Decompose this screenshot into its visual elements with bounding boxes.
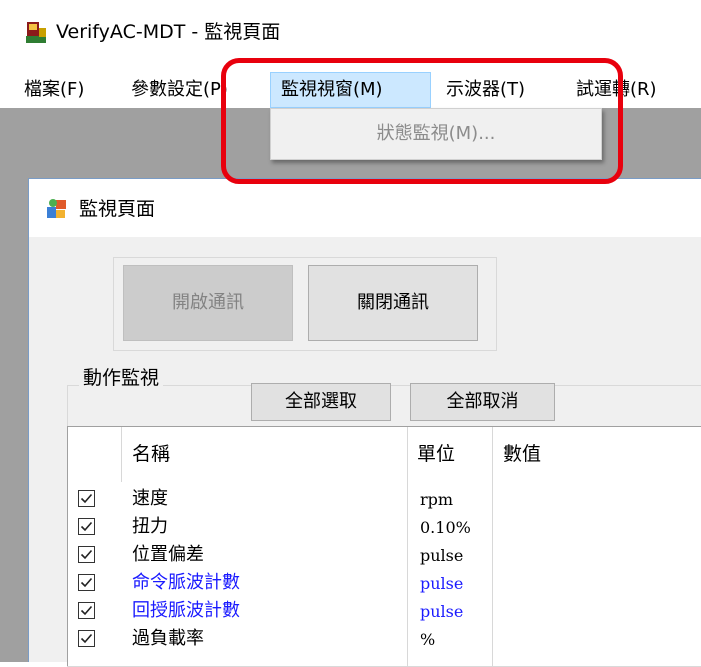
row-name: 速度	[132, 488, 168, 509]
monitor-window-icon	[45, 197, 69, 221]
row-checkbox[interactable]	[78, 518, 95, 535]
row-name: 過負載率	[132, 628, 204, 649]
table-row[interactable]: 扭力 0.10%	[68, 514, 701, 541]
checkmark-icon	[80, 521, 93, 532]
row-checkbox[interactable]	[78, 602, 95, 619]
row-unit: pulse	[420, 546, 464, 565]
grid-divider	[407, 427, 408, 482]
row-name: 命令脈波計數	[132, 572, 240, 593]
title-bar: VerifyAC-MDT - 監視頁面	[0, 0, 701, 58]
row-checkbox[interactable]	[78, 630, 95, 647]
row-unit: 0.10%	[420, 518, 471, 537]
checkmark-icon	[80, 549, 93, 560]
open-communication-button[interactable]: 開啟通訊	[123, 265, 293, 341]
motion-monitor-label: 動作監視	[79, 365, 164, 391]
grid-divider	[492, 427, 493, 482]
table-row[interactable]: 速度 rpm	[68, 486, 701, 513]
column-header-unit[interactable]: 單位	[417, 441, 455, 467]
table-row[interactable]: 回授脈波計數 pulse	[68, 598, 701, 625]
close-communication-button[interactable]: 關閉通訊	[308, 265, 478, 341]
monitor-child-window: 監視頁面 開啟通訊 關閉通訊 動作監視 全部選取 全部取消 名稱 單位 數值 速…	[28, 178, 701, 667]
select-all-button[interactable]: 全部選取	[251, 383, 391, 421]
table-row[interactable]: 命令脈波計數 pulse	[68, 570, 701, 597]
column-header-value[interactable]: 數值	[503, 441, 541, 467]
row-checkbox[interactable]	[78, 574, 95, 591]
window-title: VerifyAC-MDT - 監視頁面	[56, 21, 281, 43]
row-unit: %	[420, 630, 436, 649]
deselect-all-button[interactable]: 全部取消	[410, 383, 555, 421]
grid-divider	[121, 427, 122, 482]
checkmark-icon	[80, 577, 93, 588]
checkmark-icon	[80, 633, 93, 644]
servo-drive-icon	[24, 20, 48, 44]
menu-file[interactable]: 檔案(F)	[14, 72, 94, 108]
row-checkbox[interactable]	[78, 490, 95, 507]
child-title-bar: 監視頁面	[29, 179, 701, 237]
table-row[interactable]: 位置偏差 pulse	[68, 542, 701, 569]
row-unit: pulse	[420, 574, 464, 593]
row-name: 位置偏差	[132, 544, 204, 565]
row-unit: pulse	[420, 602, 464, 621]
monitor-grid: 名稱 單位 數值 速度 rpm 扭力 0.10% 位置偏差 pulse 命令脈波…	[67, 426, 701, 667]
column-header-name[interactable]: 名稱	[132, 441, 170, 467]
table-row[interactable]: 過負載率 %	[68, 626, 701, 653]
annotation-highlight-box	[221, 58, 623, 184]
child-window-title: 監視頁面	[79, 198, 156, 220]
row-unit: rpm	[420, 490, 454, 509]
checkmark-icon	[80, 605, 93, 616]
row-name: 回授脈波計數	[132, 600, 240, 621]
row-checkbox[interactable]	[78, 546, 95, 563]
checkmark-icon	[80, 493, 93, 504]
row-name: 扭力	[132, 516, 168, 537]
